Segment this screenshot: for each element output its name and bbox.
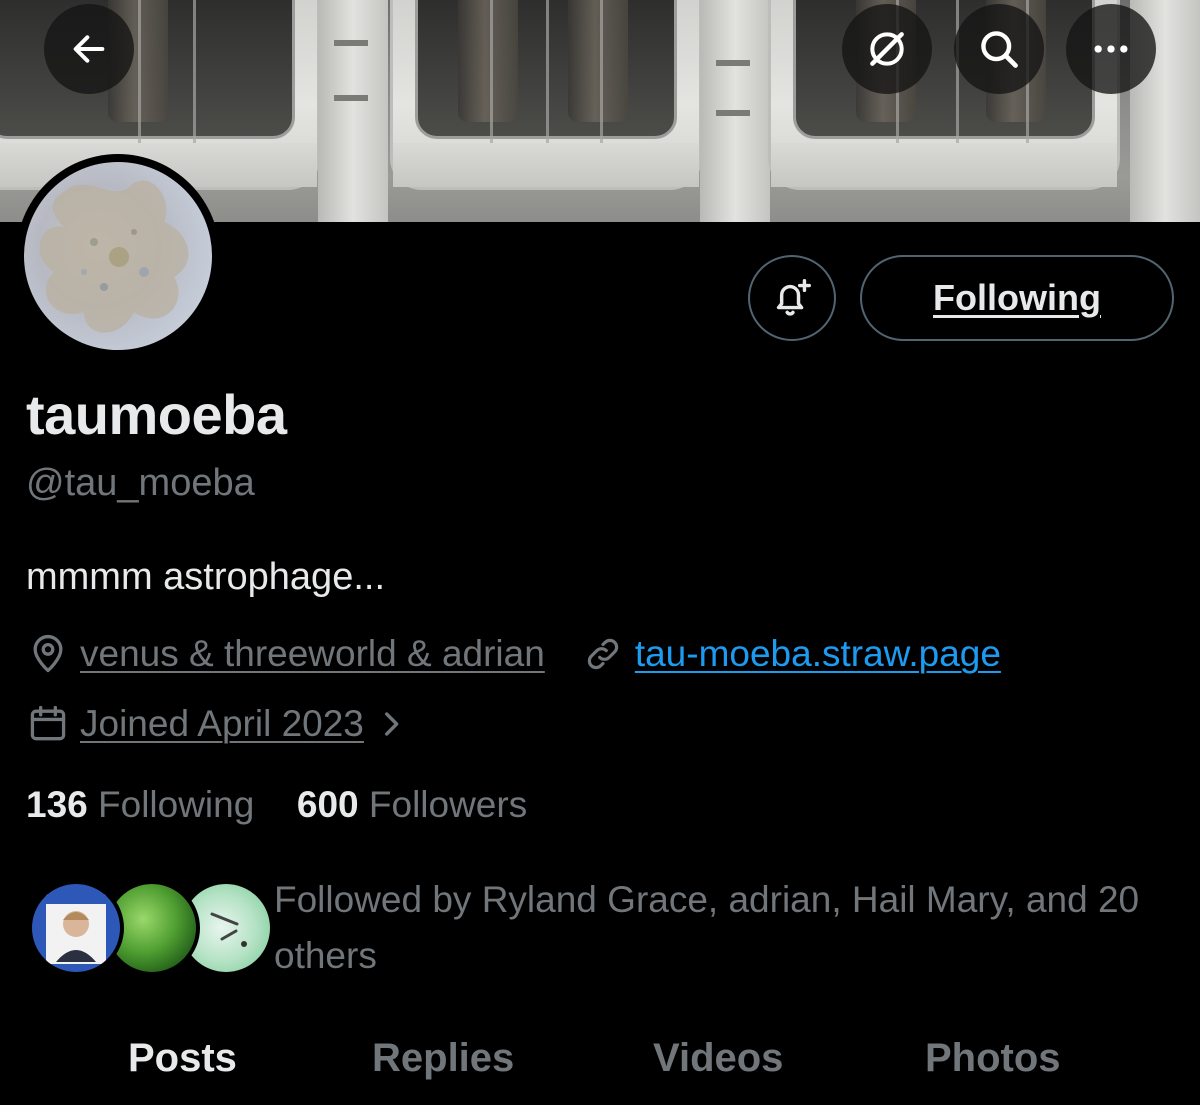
tab-photos[interactable]: Photos [925, 1036, 1061, 1081]
search-button[interactable] [954, 4, 1044, 94]
tab-posts[interactable]: Posts [128, 1036, 237, 1081]
tab-replies[interactable]: Replies [372, 1036, 514, 1081]
followed-by-text[interactable]: Followed by Ryland Grace, adrian, Hail M… [274, 872, 1174, 984]
following-label: Following [98, 784, 255, 825]
profile-page: Following taumoeba @tau_moeba mmmm astro… [0, 0, 1200, 1105]
followers-label: Followers [368, 784, 528, 825]
calendar-icon [30, 705, 66, 741]
banner-panel [768, 0, 1120, 190]
avatar [28, 880, 124, 976]
follow-counts: 136 Following 600 Followers [26, 784, 527, 826]
avatar-ring [16, 154, 220, 358]
meta-row-location: venus & threeworld & adrian tau-moeba.st… [26, 632, 1001, 676]
following-link[interactable]: 136 Following [26, 784, 254, 825]
notifications-button[interactable] [748, 255, 836, 341]
avatar[interactable] [24, 162, 212, 350]
joined-date[interactable]: Joined April 2023 [80, 703, 364, 745]
tab-videos[interactable]: Videos [653, 1036, 783, 1081]
banner-panel [390, 0, 702, 190]
grok-button[interactable] [842, 4, 932, 94]
search-icon [981, 31, 1018, 68]
back-button[interactable] [44, 4, 134, 94]
arrow-left-icon [73, 35, 105, 63]
more-button[interactable] [1066, 4, 1156, 94]
link-icon [587, 638, 618, 670]
chevron-right-icon [384, 712, 399, 736]
location-text[interactable]: venus & threeworld & adrian [80, 633, 545, 675]
meta-row-joined[interactable]: Joined April 2023 [26, 702, 408, 746]
amoeba-image [39, 180, 189, 333]
website-link[interactable]: tau-moeba.straw.page [635, 633, 1001, 675]
location-pin-icon [33, 634, 63, 673]
more-horizontal-icon [1094, 45, 1128, 53]
profile-tabs: Posts Replies Videos Photos [0, 1030, 1200, 1105]
bell-plus-icon [776, 279, 811, 316]
followers-count: 600 [296, 784, 359, 825]
grok-icon [870, 32, 904, 66]
followers-link[interactable]: 600 Followers [297, 784, 527, 825]
following-count: 136 [26, 784, 88, 825]
display-name: taumoeba [26, 383, 287, 446]
followed-by-avatars[interactable] [28, 880, 274, 980]
bio: mmmm astrophage... [26, 556, 385, 598]
following-button[interactable]: Following [860, 255, 1174, 341]
handle: @tau_moeba [26, 462, 255, 504]
